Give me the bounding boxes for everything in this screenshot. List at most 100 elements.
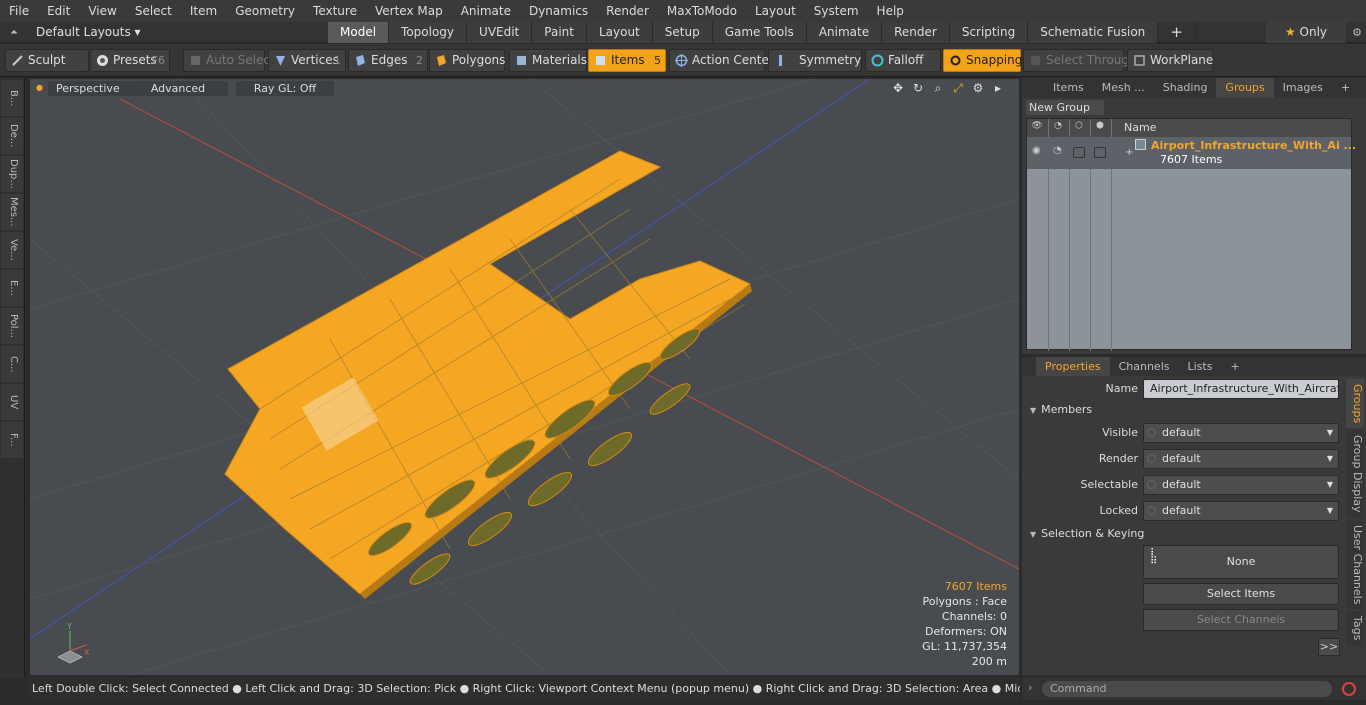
strip-tab-deform[interactable]: De...: [1, 118, 23, 154]
tab-scripting[interactable]: Scripting: [949, 21, 1029, 43]
row-eye-icon[interactable]: ◉: [1032, 145, 1041, 156]
perspective-button[interactable]: Perspective: [48, 81, 128, 96]
menu-render[interactable]: Render: [597, 0, 658, 22]
locked-dropdown[interactable]: default ▼: [1143, 501, 1339, 521]
vertices-button[interactable]: Vertices 1: [268, 49, 346, 72]
visible-dropdown[interactable]: default ▼: [1143, 423, 1339, 443]
strip-tab-fusion[interactable]: F...: [1, 422, 23, 458]
sculpt-button[interactable]: Sculpt: [5, 49, 89, 72]
new-group-button[interactable]: New Group: [1026, 100, 1104, 115]
side-tab-tags[interactable]: Tags: [1346, 611, 1364, 646]
fit-icon[interactable]: ⤢: [951, 81, 965, 95]
layout-selector[interactable]: Default Layouts ▾: [28, 25, 328, 39]
lock-icon[interactable]: ⬢: [1093, 121, 1107, 134]
visibility-eye-icon[interactable]: 👁: [1030, 121, 1044, 134]
strip-tab-curve[interactable]: C...: [1, 346, 23, 382]
strip-tab-basic[interactable]: B...: [1, 80, 23, 116]
row-render-icon[interactable]: ◔: [1053, 145, 1062, 156]
strip-tab-polygon[interactable]: Pol...: [1, 308, 23, 344]
snapping-button[interactable]: Snapping: [943, 49, 1022, 72]
expand-plus-icon[interactable]: +: [1125, 147, 1133, 158]
menu-vertex-map[interactable]: Vertex Map: [366, 0, 452, 22]
strip-tab-edge[interactable]: E...: [1, 270, 23, 306]
airport-model[interactable]: [224, 150, 752, 599]
menu-help[interactable]: Help: [868, 0, 913, 22]
none-button[interactable]: ⠇ ⠿ None: [1143, 545, 1339, 579]
menu-texture[interactable]: Texture: [304, 0, 366, 22]
menu-maxtomodo[interactable]: MaxToModo: [658, 0, 746, 22]
menu-select[interactable]: Select: [126, 0, 181, 22]
menu-layout[interactable]: Layout: [746, 0, 805, 22]
row-lock-toggle[interactable]: [1094, 147, 1106, 158]
move-icon[interactable]: ✥: [891, 81, 905, 95]
tab-paint[interactable]: Paint: [532, 21, 587, 43]
tab-model[interactable]: Model: [328, 21, 390, 43]
presets-button[interactable]: Presets F6: [90, 49, 170, 72]
gear-icon[interactable]: ⚙: [1352, 22, 1362, 43]
materials-button[interactable]: Materials: [509, 49, 587, 72]
only-button[interactable]: ★ Only: [1266, 22, 1346, 43]
symmetry-button[interactable]: Symmetry: [768, 49, 862, 72]
tab-render[interactable]: Render: [882, 21, 950, 43]
auto-select-button[interactable]: Auto Select: [183, 49, 275, 72]
name-field[interactable]: Airport_Infrastructure_With_Aircraft: [1143, 379, 1339, 399]
record-icon[interactable]: [1342, 682, 1356, 696]
tab-layout[interactable]: Layout: [586, 21, 653, 43]
side-tab-groups[interactable]: Groups: [1346, 379, 1364, 429]
side-tab-user-channels[interactable]: User Channels: [1346, 519, 1364, 610]
members-section[interactable]: ▼ Members: [1030, 403, 1092, 419]
edges-button[interactable]: Edges 2: [348, 49, 428, 72]
render-icon[interactable]: ◔: [1051, 121, 1065, 134]
tab-game-tools[interactable]: Game Tools: [712, 21, 807, 43]
viewport-scene[interactable]: Y X: [30, 79, 1019, 675]
action-center-button[interactable]: Action Center: [669, 49, 774, 72]
tab-lists[interactable]: Lists: [1179, 357, 1222, 376]
menu-system[interactable]: System: [805, 0, 868, 22]
menu-edit[interactable]: Edit: [38, 0, 79, 22]
side-tab-group-display[interactable]: Group Display: [1346, 430, 1364, 518]
strip-tab-mesh[interactable]: Mes...: [1, 194, 23, 230]
tab-uvedit[interactable]: UVEdit: [467, 21, 533, 43]
rotate-icon[interactable]: ↻: [911, 81, 925, 95]
zoom-icon[interactable]: ⌕: [931, 81, 945, 95]
group-row[interactable]: ◉ ◔ + Airport_Infrastructure_With_Ai ...…: [1027, 137, 1356, 169]
tab-schematic-fusion[interactable]: Schematic Fusion: [1028, 21, 1159, 43]
settings-icon[interactable]: ⚙: [971, 81, 985, 95]
tab-shading[interactable]: Shading: [1154, 78, 1217, 98]
tab-items[interactable]: Items: [1044, 78, 1093, 98]
menu-file[interactable]: File: [0, 0, 38, 22]
falloff-button[interactable]: Falloff: [865, 49, 941, 72]
select-channels-button[interactable]: Select Channels: [1143, 609, 1339, 631]
strip-tab-vertex[interactable]: Ve...: [1, 232, 23, 268]
selection-keying-section[interactable]: ▼ Selection & Keying: [1030, 527, 1144, 543]
add-panel-tab-button[interactable]: +: [1332, 78, 1359, 98]
menu-geometry[interactable]: Geometry: [226, 0, 304, 22]
tab-mesh[interactable]: Mesh ...: [1093, 78, 1154, 98]
more-button[interactable]: >>: [1318, 638, 1340, 656]
add-properties-tab-button[interactable]: +: [1221, 357, 1248, 376]
select-lock-icon[interactable]: ⬡: [1072, 121, 1086, 134]
tab-animate[interactable]: Animate: [806, 21, 883, 43]
menu-item[interactable]: Item: [181, 0, 226, 22]
render-dropdown[interactable]: default ▼: [1143, 449, 1339, 469]
add-tab-button[interactable]: +: [1158, 21, 1196, 43]
layout-home-icon[interactable]: ⏶: [0, 27, 28, 38]
tab-groups[interactable]: Groups: [1216, 78, 1274, 98]
select-through-button[interactable]: Select Through: [1023, 49, 1137, 72]
advanced-button[interactable]: Advanced: [128, 81, 228, 96]
polygons-button[interactable]: Polygons: [429, 49, 505, 72]
workplane-button[interactable]: WorkPlane: [1127, 49, 1213, 72]
tab-images[interactable]: Images: [1274, 78, 1332, 98]
menu-view[interactable]: View: [79, 0, 125, 22]
selectable-dropdown[interactable]: default ▼: [1143, 475, 1339, 495]
tab-setup[interactable]: Setup: [652, 21, 713, 43]
3d-viewport[interactable]: Y X ● Perspective Advanced Ray GL: Off ✥…: [30, 79, 1019, 675]
select-items-button[interactable]: Select Items: [1143, 583, 1339, 605]
tab-channels[interactable]: Channels: [1110, 357, 1179, 376]
row-select-toggle[interactable]: [1073, 147, 1085, 158]
command-input[interactable]: Command: [1042, 681, 1332, 697]
strip-tab-uv[interactable]: UV: [1, 384, 23, 420]
strip-tab-duplicate[interactable]: Dup...: [1, 156, 23, 192]
tab-properties[interactable]: Properties: [1036, 357, 1110, 376]
menu-animate[interactable]: Animate: [452, 0, 520, 22]
